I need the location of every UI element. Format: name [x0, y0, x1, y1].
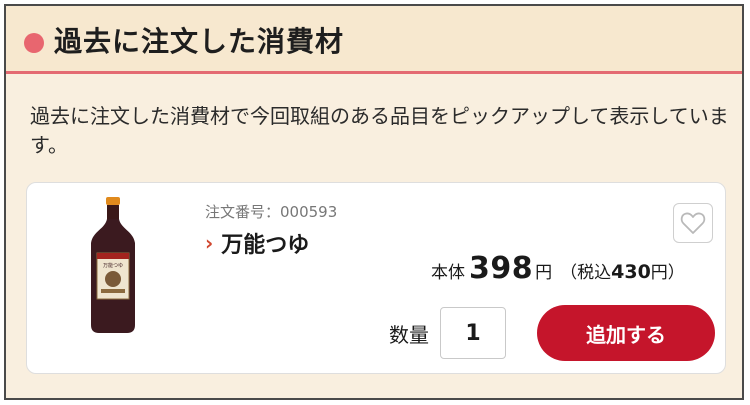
section-header: 過去に注文した消費材	[6, 6, 742, 74]
chevron-right-icon: ›	[205, 231, 214, 255]
heart-outline-icon	[680, 212, 706, 234]
product-link[interactable]: › 万能つゆ	[205, 227, 309, 259]
price-unit: 円	[535, 263, 553, 283]
section-title: 過去に注文した消費材	[54, 25, 345, 58]
tax-unit: 円	[650, 263, 668, 283]
product-name: 万能つゆ	[221, 233, 310, 258]
tax-included-price: 430	[611, 261, 651, 283]
favorite-button[interactable]	[673, 203, 713, 243]
price-value: 398	[469, 251, 534, 286]
price-label: 本体	[431, 263, 465, 283]
bottle-label-text: 万能つゆ	[103, 262, 123, 269]
consumables-panel: 過去に注文した消費材 過去に注文した消費材で今回取組のある品目をピックアップして…	[4, 4, 744, 400]
product-bottle-image[interactable]: 万能つゆ	[83, 195, 143, 335]
header-bullet-icon	[24, 33, 44, 53]
tax-paren-open: （	[560, 263, 578, 283]
tax-label: 税込	[577, 263, 612, 283]
product-card: 万能つゆ 注文番号：000593 › 万能つゆ 本体 398 円 （ 税込 43…	[26, 182, 726, 374]
tax-paren-close: ）	[667, 263, 685, 283]
price-row: 本体 398 円 （ 税込 430 円 ）	[431, 251, 685, 286]
add-to-order-button[interactable]: 追加する	[537, 305, 715, 361]
section-description: 過去に注文した消費材で今回取組のある品目をピックアップして表示しています。	[30, 104, 729, 157]
quantity-input[interactable]	[440, 307, 506, 359]
order-number: 注文番号：000593	[205, 203, 338, 221]
quantity-label: 数量	[389, 323, 429, 347]
